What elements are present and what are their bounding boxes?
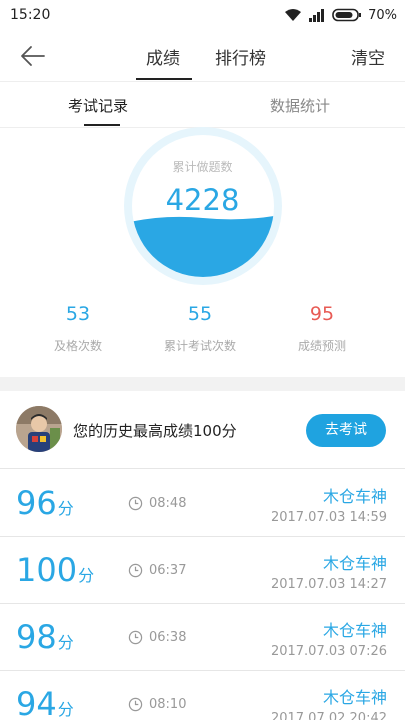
- record-duration: 06:37: [149, 563, 187, 578]
- active-subtab-indicator: [84, 124, 120, 126]
- status-bar: 15:20 70%: [0, 0, 405, 30]
- clock-icon: [128, 697, 143, 712]
- stat-label: 成绩预测: [297, 339, 346, 353]
- clock-icon: [128, 630, 143, 645]
- wifi-icon: [285, 9, 302, 21]
- best-score-row: 您的历史最高成绩100分 去考试: [0, 391, 405, 469]
- record-score: 96分: [16, 484, 74, 522]
- record-name: 木仓车神: [322, 554, 387, 573]
- record-datetime: 2017.07.03 14:59: [270, 510, 387, 525]
- record-name: 木仓车神: [322, 487, 387, 506]
- avatar: [16, 406, 62, 452]
- total-questions-value: 4228: [165, 183, 240, 217]
- subtab-statistics[interactable]: 数据统计: [270, 95, 330, 116]
- tab-ranking[interactable]: 排行榜: [215, 44, 266, 69]
- take-exam-button[interactable]: 去考试: [306, 414, 386, 447]
- signal-icon: [309, 9, 325, 22]
- list-item[interactable]: 94分 08:10 木仓车神 2017.07.02 20:42: [0, 671, 405, 720]
- record-duration: 08:10: [149, 697, 187, 712]
- stat-exam-count: 55 累计考试次数: [130, 303, 270, 354]
- stat-passed: 53 及格次数: [8, 303, 148, 354]
- back-arrow-icon[interactable]: [18, 42, 48, 70]
- record-datetime: 2017.07.02 20:42: [270, 711, 387, 720]
- clock-icon: [128, 563, 143, 578]
- stat-label: 及格次数: [53, 339, 102, 353]
- status-time: 15:20: [10, 7, 51, 23]
- top-nav: 成绩 排行榜 清空: [0, 30, 405, 82]
- list-item[interactable]: 98分 06:38 木仓车神 2017.07.03 07:26: [0, 604, 405, 671]
- record-score: 100分: [16, 551, 95, 589]
- stat-label: 累计考试次数: [163, 339, 236, 353]
- best-score-text: 您的历史最高成绩100分: [73, 422, 237, 440]
- subtab-exam-records[interactable]: 考试记录: [68, 95, 128, 116]
- record-duration: 08:48: [149, 496, 187, 511]
- clock-icon: [128, 496, 143, 511]
- record-datetime: 2017.07.03 14:27: [270, 577, 387, 592]
- record-name: 木仓车神: [322, 621, 387, 640]
- sub-tabs: 考试记录 数据统计: [0, 82, 405, 128]
- record-score: 98分: [16, 618, 74, 656]
- list-item[interactable]: 96分 08:48 木仓车神 2017.07.03 14:59: [0, 470, 405, 537]
- list-item[interactable]: 100分 06:37 木仓车神 2017.07.03 14:27: [0, 537, 405, 604]
- battery-icon: [332, 8, 362, 22]
- battery-level: 70%: [368, 7, 397, 23]
- stat-value: 95: [309, 303, 335, 325]
- record-score: 94分: [16, 685, 74, 720]
- section-divider: [0, 377, 405, 391]
- clear-button[interactable]: 清空: [351, 44, 385, 69]
- tab-scores[interactable]: 成绩: [146, 44, 180, 69]
- active-tab-indicator: [136, 78, 192, 80]
- stat-prediction: 95 成绩预测: [252, 303, 392, 354]
- record-duration: 06:38: [149, 630, 187, 645]
- record-datetime: 2017.07.03 07:26: [270, 644, 387, 659]
- stat-value: 55: [187, 303, 213, 325]
- total-questions-label: 累计做题数: [172, 160, 233, 174]
- record-name: 木仓车神: [322, 688, 387, 707]
- stat-value: 53: [65, 303, 91, 325]
